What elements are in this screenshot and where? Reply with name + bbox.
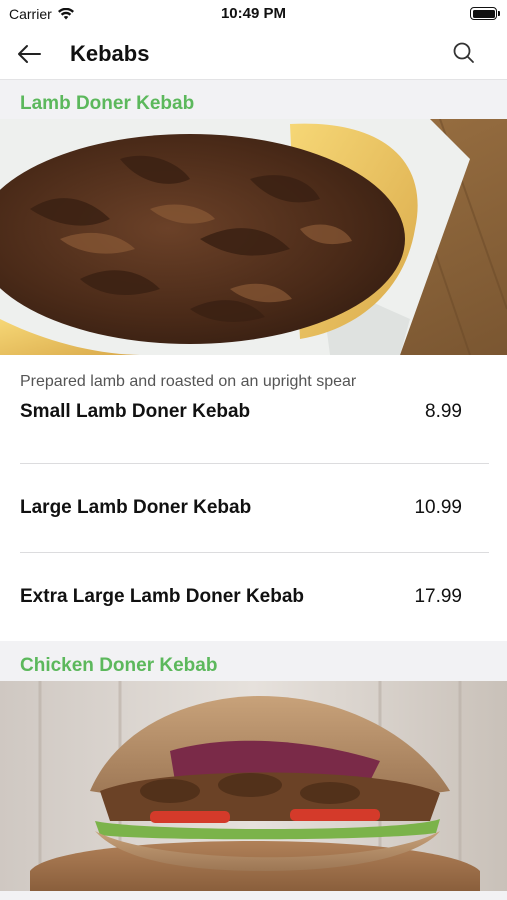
search-icon	[453, 42, 474, 63]
search-button[interactable]	[451, 40, 477, 66]
navigation-bar: Kebabs	[0, 28, 507, 80]
item-price: 8.99	[425, 401, 462, 422]
section-title-lamb: Lamb Doner Kebab	[0, 81, 507, 119]
battery-level	[472, 9, 495, 18]
menu-item[interactable]: Extra Large Lamb Doner Kebab 17.99	[0, 553, 507, 641]
page-title: Kebabs	[70, 41, 150, 66]
status-bar: Carrier 10:49 PM	[0, 0, 507, 28]
section-description: Prepared lamb and roasted on an upright …	[0, 355, 507, 397]
item-name: Extra Large Lamb Doner Kebab	[20, 586, 305, 607]
item-name: Small Lamb Doner Kebab	[20, 401, 251, 422]
item-price: 17.99	[414, 586, 462, 607]
chicken-kebab-image	[0, 681, 507, 891]
item-name: Large Lamb Doner Kebab	[20, 497, 252, 518]
lamb-item-list: Small Lamb Doner Kebab 8.99 Large Lamb D…	[0, 397, 507, 641]
battery-icon	[470, 7, 500, 20]
arrow-left-icon	[18, 45, 41, 63]
lamb-kebab-image	[0, 119, 507, 355]
status-time: 10:49 PM	[220, 5, 287, 22]
section-title-chicken: Chicken Doner Kebab	[0, 641, 507, 681]
battery-tip	[498, 11, 500, 16]
menu-content[interactable]: Lamb Doner Kebab Prepared lamb and roast…	[0, 81, 507, 900]
menu-item[interactable]: Large Lamb Doner Kebab 10.99	[0, 464, 507, 552]
menu-item[interactable]: Small Lamb Doner Kebab 8.99	[0, 397, 507, 443]
item-price: 10.99	[414, 497, 462, 518]
back-button[interactable]	[14, 40, 48, 68]
